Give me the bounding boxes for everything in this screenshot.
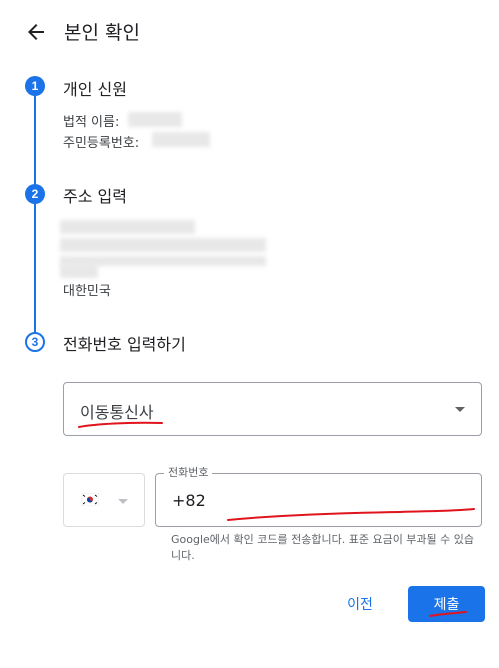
step-3-title: 전화번호 입력하기 (63, 335, 186, 354)
carrier-select[interactable]: 이동통신사 (63, 382, 482, 436)
korea-flag-icon (81, 493, 99, 506)
submit-button[interactable]: 제출 (408, 586, 485, 622)
step-1-title: 개인 신원 (63, 80, 127, 99)
country-code-picker[interactable] (63, 473, 145, 527)
phone-number-label: 전화번호 (164, 464, 213, 480)
resident-number-label: 주민등록번호: (63, 136, 140, 151)
phone-number-input[interactable]: +82 (155, 473, 482, 527)
arrow-drop-down-icon (118, 499, 128, 504)
step-2-badge: 2 (25, 184, 45, 204)
step-1-badge: 1 (25, 76, 45, 96)
redacted-address-line (60, 220, 195, 234)
redacted-name (128, 112, 182, 127)
helper-text: Google에서 확인 코드를 전송합니다. 표준 요금이 부과될 수 있습니다… (171, 533, 475, 562)
legal-name-label: 법적 이름: (63, 115, 120, 130)
step-3-badge: 3 (25, 332, 45, 352)
back-arrow-icon[interactable] (24, 20, 48, 44)
redacted-resident-number (152, 132, 210, 147)
previous-button[interactable]: 이전 (332, 586, 388, 622)
step-connector (34, 96, 36, 192)
carrier-select-value: 이동통신사 (80, 403, 154, 422)
address-country: 대한민국 (63, 284, 111, 299)
arrow-drop-down-icon (455, 407, 465, 412)
redacted-address-line (60, 264, 98, 278)
redacted-address-line (60, 238, 266, 252)
step-2-title: 주소 입력 (63, 187, 127, 206)
phone-number-value: +82 (172, 491, 206, 510)
step-connector (34, 204, 36, 336)
page-title: 본인 확인 (64, 22, 140, 44)
